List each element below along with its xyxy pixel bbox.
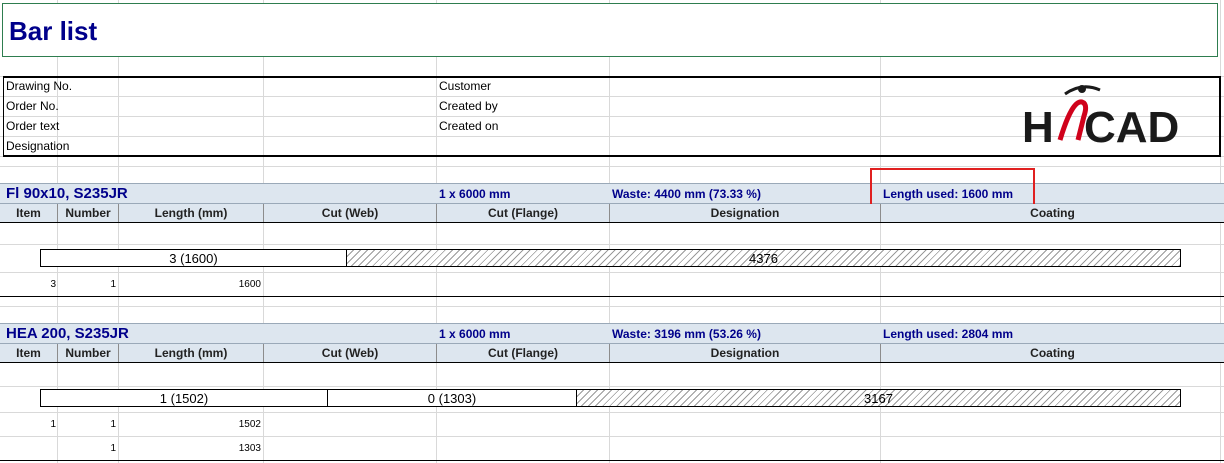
col-cut-flange: Cut (Flange) (437, 344, 610, 362)
section-1-end-line (0, 296, 1224, 297)
drawing-no-label: Drawing No. (6, 79, 73, 93)
created-by-label: Created by (439, 99, 498, 113)
col-item: Item (0, 344, 58, 362)
section-1-column-header: Item Number Length (mm) Cut (Web) Cut (F… (0, 204, 1224, 223)
customer-label: Customer (439, 79, 492, 93)
table-row-length: 1303 (238, 443, 261, 454)
order-no-label: Order No. (6, 99, 59, 113)
hicad-logo: H CAD (1020, 80, 1195, 152)
bar-segment-waste: 4376 (347, 250, 1180, 266)
table-row-item: 1 (50, 419, 56, 430)
col-length: Length (mm) (119, 344, 264, 362)
svg-text:CAD: CAD (1084, 103, 1179, 150)
order-text-label: Order text (6, 119, 60, 133)
section-1-cutting-bar: 3 (1600) 4376 (40, 249, 1181, 267)
col-cut-web: Cut (Web) (264, 344, 437, 362)
col-item: Item (0, 204, 58, 222)
col-length: Length (mm) (119, 204, 264, 222)
length-used-highlight (870, 168, 1035, 207)
page-title: Bar list (9, 16, 98, 46)
section-2-column-header: Item Number Length (mm) Cut (Web) Cut (F… (0, 344, 1224, 363)
section-2-waste: Waste: 3196 mm (53.26 %) (612, 327, 761, 341)
col-coating: Coating (1030, 346, 1075, 360)
bar-segment-part: 3 (1600) (41, 250, 347, 266)
designation-label: Designation (6, 139, 70, 153)
col-number: Number (58, 344, 119, 362)
section-2-cutting-bar: 1 (1502) 0 (1303) 3167 (40, 389, 1181, 407)
svg-text:H: H (1022, 103, 1054, 150)
col-cut-web: Cut (Web) (264, 204, 437, 222)
section-2-stock: 1 x 6000 mm (439, 327, 511, 341)
section-2-profile: HEA 200, S235JR (6, 325, 129, 342)
title-box: Bar list (2, 3, 1218, 57)
table-row-length: 1502 (238, 419, 261, 430)
bar-segment-waste: 3167 (577, 390, 1180, 406)
col-coating: Coating (1030, 206, 1075, 220)
table-row-number: 1 (110, 419, 116, 430)
col-cut-flange: Cut (Flange) (437, 204, 610, 222)
section-2-length-used: Length used: 2804 mm (883, 327, 1014, 341)
table-row-item: 3 (50, 279, 56, 290)
col-designation: Designation (610, 344, 881, 362)
bar-segment-part: 1 (1502) (41, 390, 328, 406)
table-row-number: 1 (110, 443, 116, 454)
created-on-label: Created on (439, 119, 499, 133)
bar-segment-part: 0 (1303) (328, 390, 577, 406)
section-1-waste: Waste: 4400 mm (73.33 %) (612, 187, 761, 201)
section-1-profile: Fl 90x10, S235JR (6, 185, 128, 202)
table-row-number: 1 (110, 279, 116, 290)
col-number: Number (58, 204, 119, 222)
section-1-stock: 1 x 6000 mm (439, 187, 511, 201)
col-designation: Designation (610, 204, 881, 222)
table-row-length: 1600 (238, 279, 261, 290)
section-2-end-line (0, 460, 1224, 461)
